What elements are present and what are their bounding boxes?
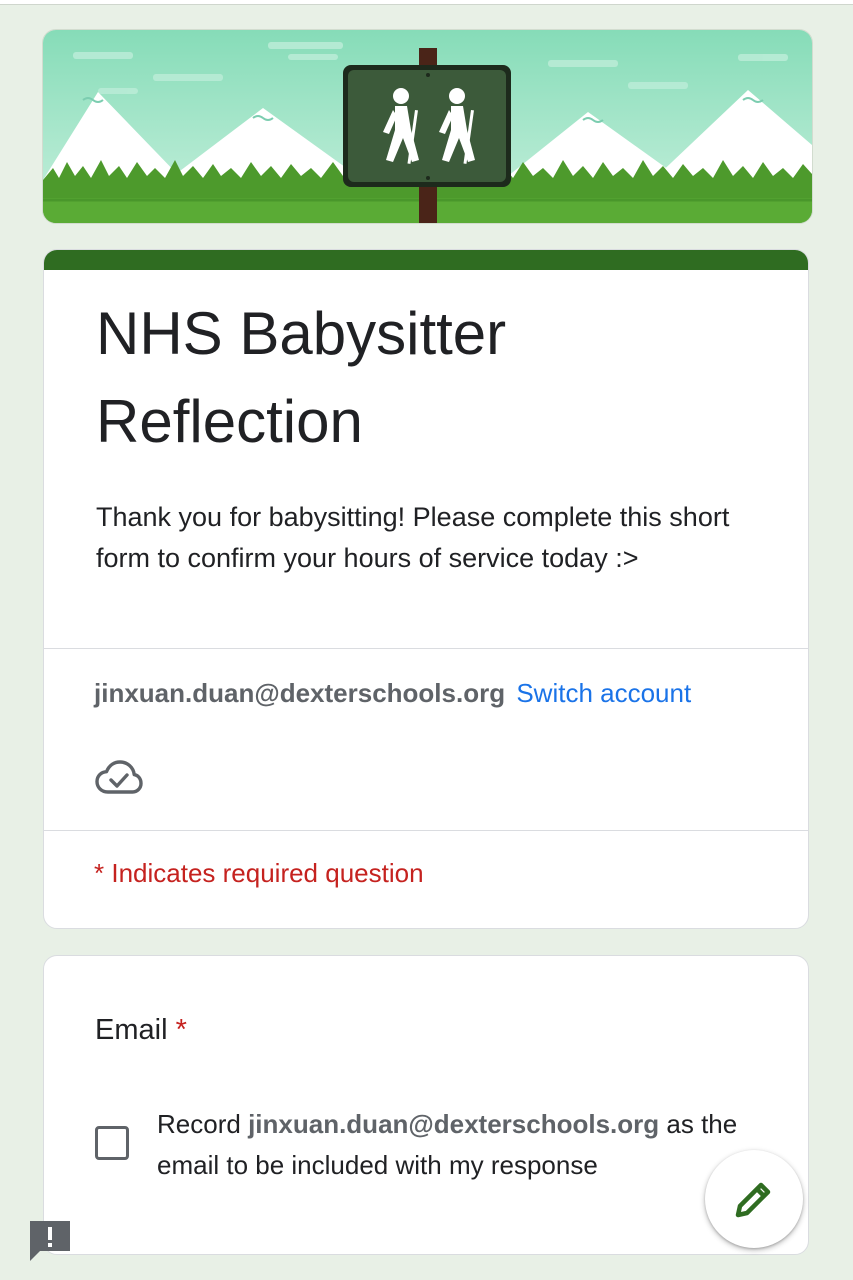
record-email: jinxuan.duan@dexterschools.org xyxy=(248,1109,660,1139)
accent-bar xyxy=(44,250,808,270)
record-text-before: Record xyxy=(157,1109,241,1139)
question-card-email: Email * Record jinxuan.duan@dexterschool… xyxy=(43,955,809,1255)
account-row: jinxuan.duan@dexterschools.org Switch ac… xyxy=(94,673,691,713)
cloud-saved-icon xyxy=(95,760,143,794)
report-feedback-icon[interactable] xyxy=(28,1219,72,1263)
record-email-label[interactable]: Record jinxuan.duan@dexterschools.org as… xyxy=(157,1104,757,1186)
question-title: Email xyxy=(95,1014,168,1046)
switch-account-link[interactable]: Switch account xyxy=(516,678,691,708)
form-header-card: NHS Babysitter Reflection Thank you for … xyxy=(43,249,809,929)
edit-fab-button[interactable] xyxy=(705,1150,803,1248)
question-label: Email * xyxy=(95,1010,187,1050)
record-email-checkbox[interactable] xyxy=(95,1126,129,1160)
status-strip xyxy=(0,0,853,5)
divider xyxy=(44,648,808,649)
form-title: NHS Babysitter Reflection xyxy=(96,300,507,455)
required-asterisk: * xyxy=(175,1014,187,1046)
divider xyxy=(44,830,808,831)
form-header-banner xyxy=(42,29,813,224)
pencil-icon xyxy=(735,1182,771,1218)
required-note: * Indicates required question xyxy=(94,858,424,888)
form-description: Thank you for babysitting! Please comple… xyxy=(96,502,730,573)
account-email: jinxuan.duan@dexterschools.org xyxy=(94,678,506,708)
